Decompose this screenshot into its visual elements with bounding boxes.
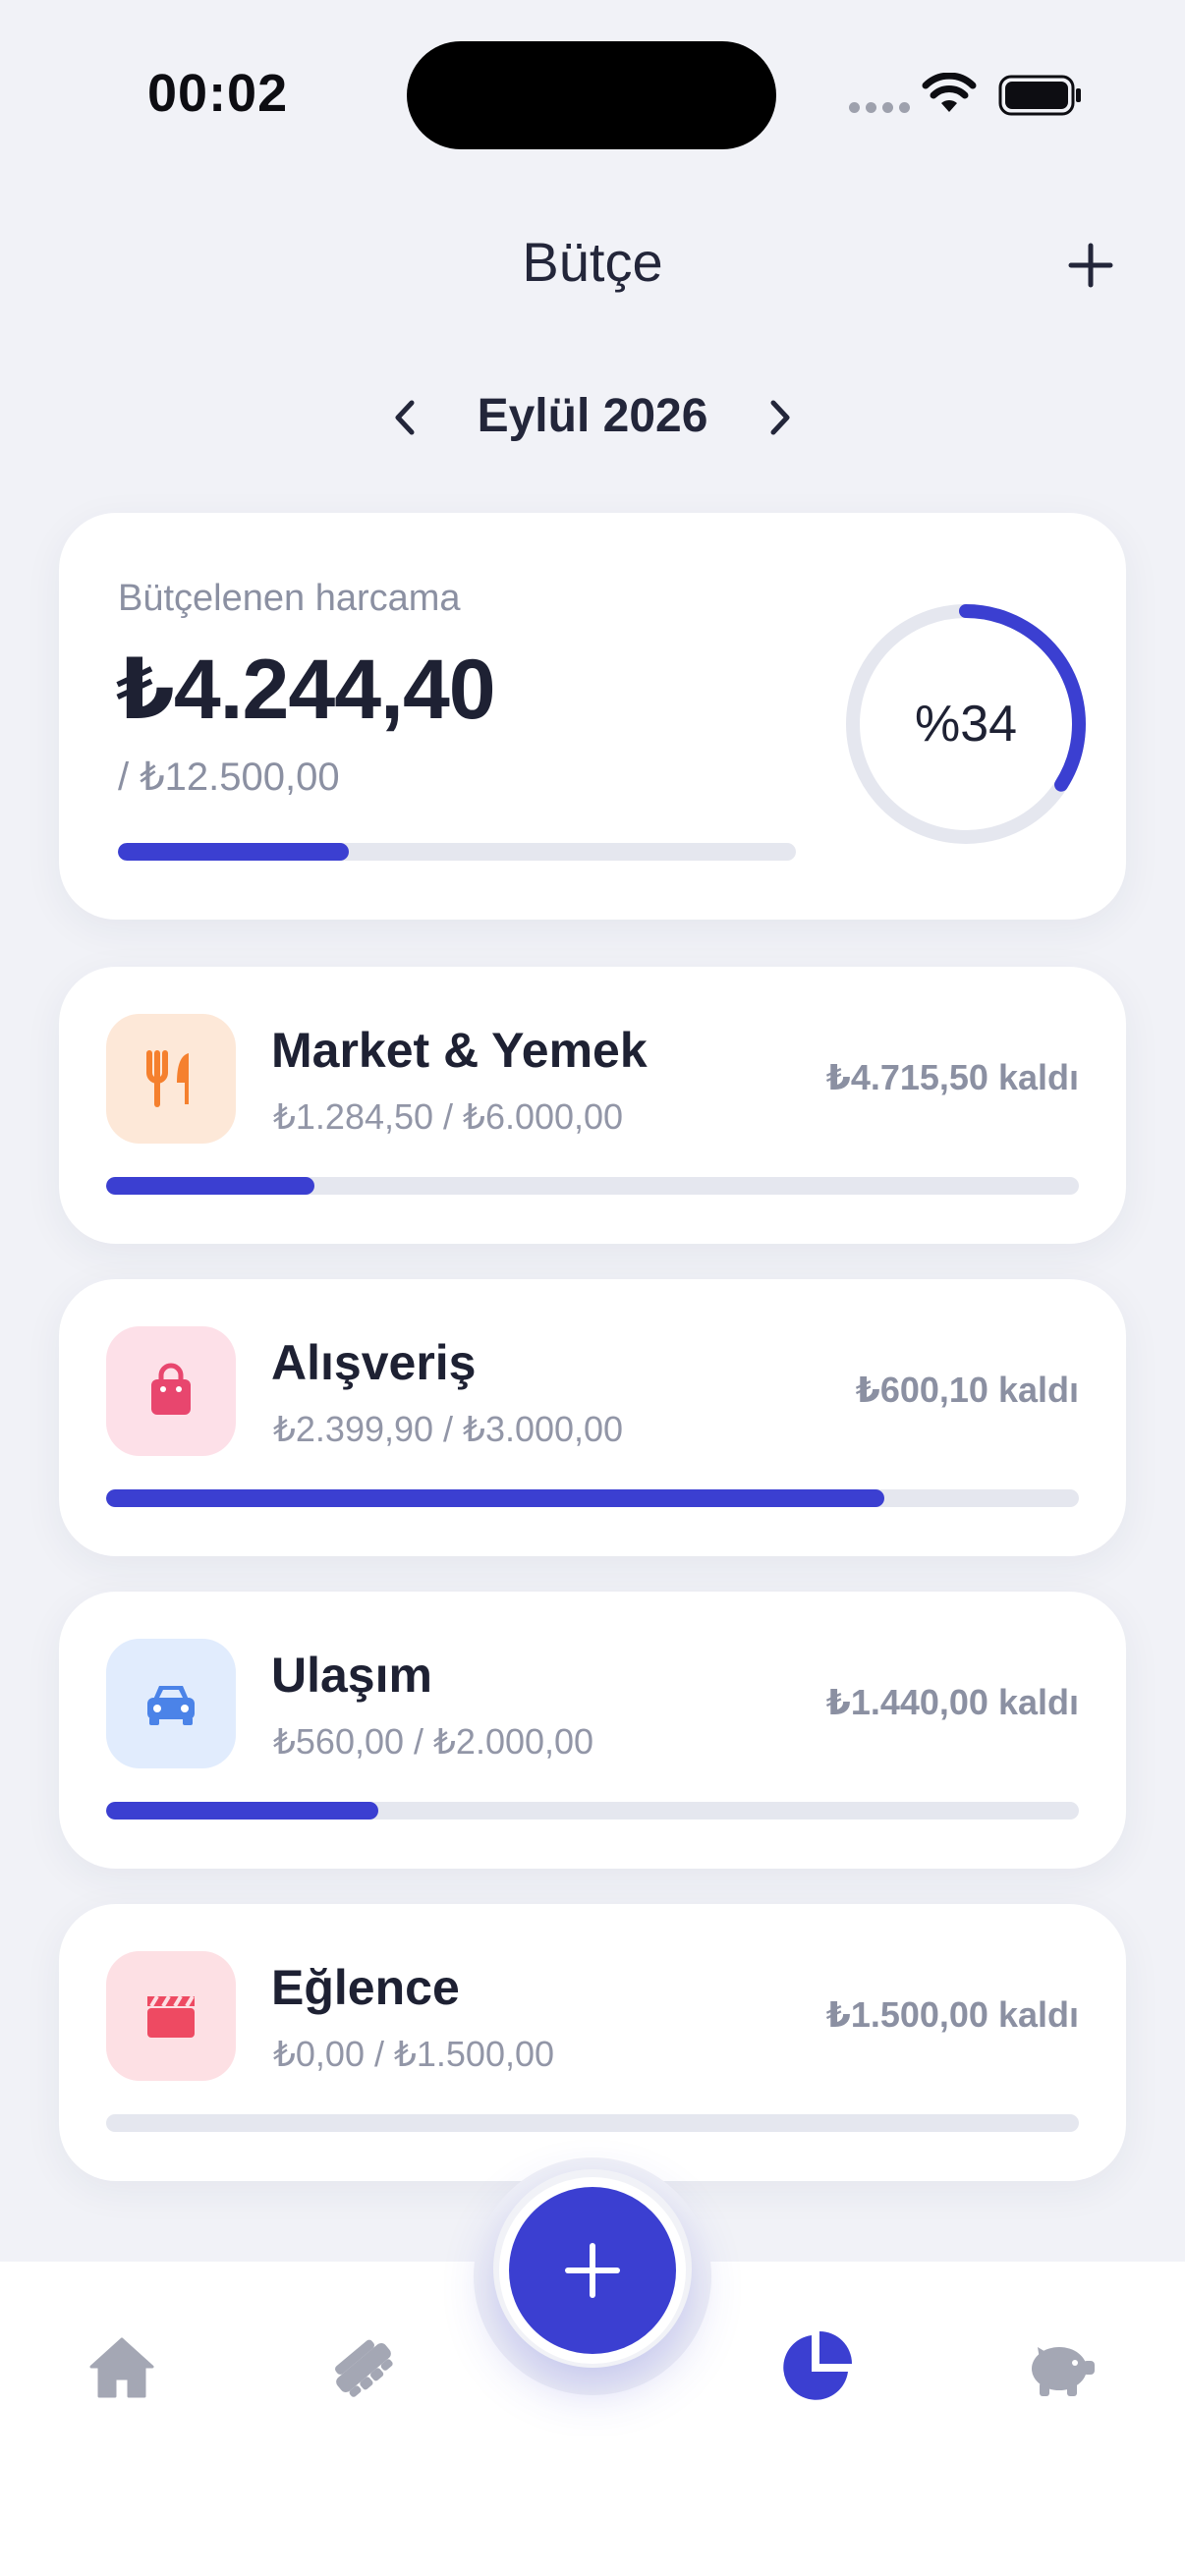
category-amounts: ₺1.284,50 / ₺6.000,00: [273, 1096, 624, 1137]
month-navigator: Eylül 2026: [0, 373, 1185, 462]
category-progress-fill: [106, 1802, 379, 1820]
summary-total-amount: / ₺12.500,00: [118, 756, 340, 799]
category-progress-fill: [106, 1177, 314, 1195]
clapperboard-icon: [147, 1994, 195, 2038]
category-card-eglence[interactable]: Eğlence ₺0,00 / ₺1.500,00 ₺1.500,00 kald…: [59, 1904, 1126, 2181]
category-amounts: ₺560,00 / ₺2.000,00: [273, 1721, 594, 1762]
add-transaction-button[interactable]: [499, 2177, 686, 2364]
shopping-bag-icon: [151, 1363, 191, 1415]
tab-home[interactable]: [83, 2328, 161, 2407]
summary-spent-amount: ₺4.244,40: [116, 643, 496, 737]
page-title: Bütçe: [522, 231, 663, 293]
summary-progress-bar: [118, 843, 796, 861]
plus-icon: [565, 2243, 620, 2298]
budget-summary-card: Bütçelenen harcama ₺4.244,40 / ₺12.500,0…: [59, 513, 1126, 920]
category-card-ulasim[interactable]: Ulaşım ₺560,00 / ₺2.000,00 ₺1.440,00 kal…: [59, 1592, 1126, 1869]
category-remaining: ₺1.440,00 kaldı: [825, 1682, 1079, 1722]
category-progress-bar: [106, 1489, 1079, 1507]
tab-budget[interactable]: [776, 2328, 855, 2407]
signal-icon: [849, 102, 910, 113]
next-month-button[interactable]: [761, 395, 800, 440]
wifi-icon: [922, 73, 977, 112]
handshake-icon: [335, 2339, 393, 2397]
category-name: Alışveriş: [271, 1335, 477, 1390]
status-bar: 00:02: [0, 0, 1185, 187]
header: Bütçe: [0, 216, 1185, 314]
category-remaining: ₺600,10 kaldı: [855, 1370, 1079, 1410]
pie-chart-icon: [783, 2331, 852, 2400]
category-card-market-yemek[interactable]: Market & Yemek ₺1.284,50 / ₺6.000,00 ₺4.…: [59, 967, 1126, 1244]
summary-label: Bütçelenen harcama: [118, 578, 461, 619]
category-icon-container: [106, 1639, 236, 1768]
category-name: Market & Yemek: [271, 1023, 648, 1078]
category-progress-bar: [106, 2114, 1079, 2132]
category-icon-container: [106, 1014, 236, 1144]
category-progress-bar: [106, 1802, 1079, 1820]
add-budget-button[interactable]: [1063, 238, 1118, 293]
category-amounts: ₺0,00 / ₺1.500,00: [273, 2034, 555, 2074]
category-amounts: ₺2.399,90 / ₺3.000,00: [273, 1409, 624, 1449]
category-remaining: ₺1.500,00 kaldı: [825, 1994, 1079, 2035]
month-label: Eylül 2026: [477, 390, 708, 442]
category-icon-container: [106, 1951, 236, 2081]
home-icon: [89, 2337, 154, 2398]
car-icon: [147, 1686, 195, 1725]
tab-debts[interactable]: [324, 2328, 403, 2407]
category-icon-container: [106, 1326, 236, 1456]
category-progress-bar: [106, 1177, 1079, 1195]
category-name: Ulaşım: [271, 1648, 432, 1703]
piggy-bank-icon: [1032, 2347, 1095, 2396]
category-remaining: ₺4.715,50 kaldı: [825, 1057, 1079, 1097]
summary-progress-fill: [118, 843, 349, 861]
battery-icon: [998, 75, 1081, 116]
category-progress-fill: [106, 1489, 884, 1507]
utensils-icon: [146, 1050, 189, 1107]
summary-percent-label: %34: [914, 696, 1018, 753]
category-card-alisveris[interactable]: Alışveriş ₺2.399,90 / ₺3.000,00 ₺600,10 …: [59, 1279, 1126, 1556]
category-name: Eğlence: [271, 1960, 460, 2015]
dynamic-island: [407, 41, 776, 149]
tab-savings[interactable]: [1022, 2328, 1100, 2407]
status-time: 00:02: [147, 64, 289, 123]
